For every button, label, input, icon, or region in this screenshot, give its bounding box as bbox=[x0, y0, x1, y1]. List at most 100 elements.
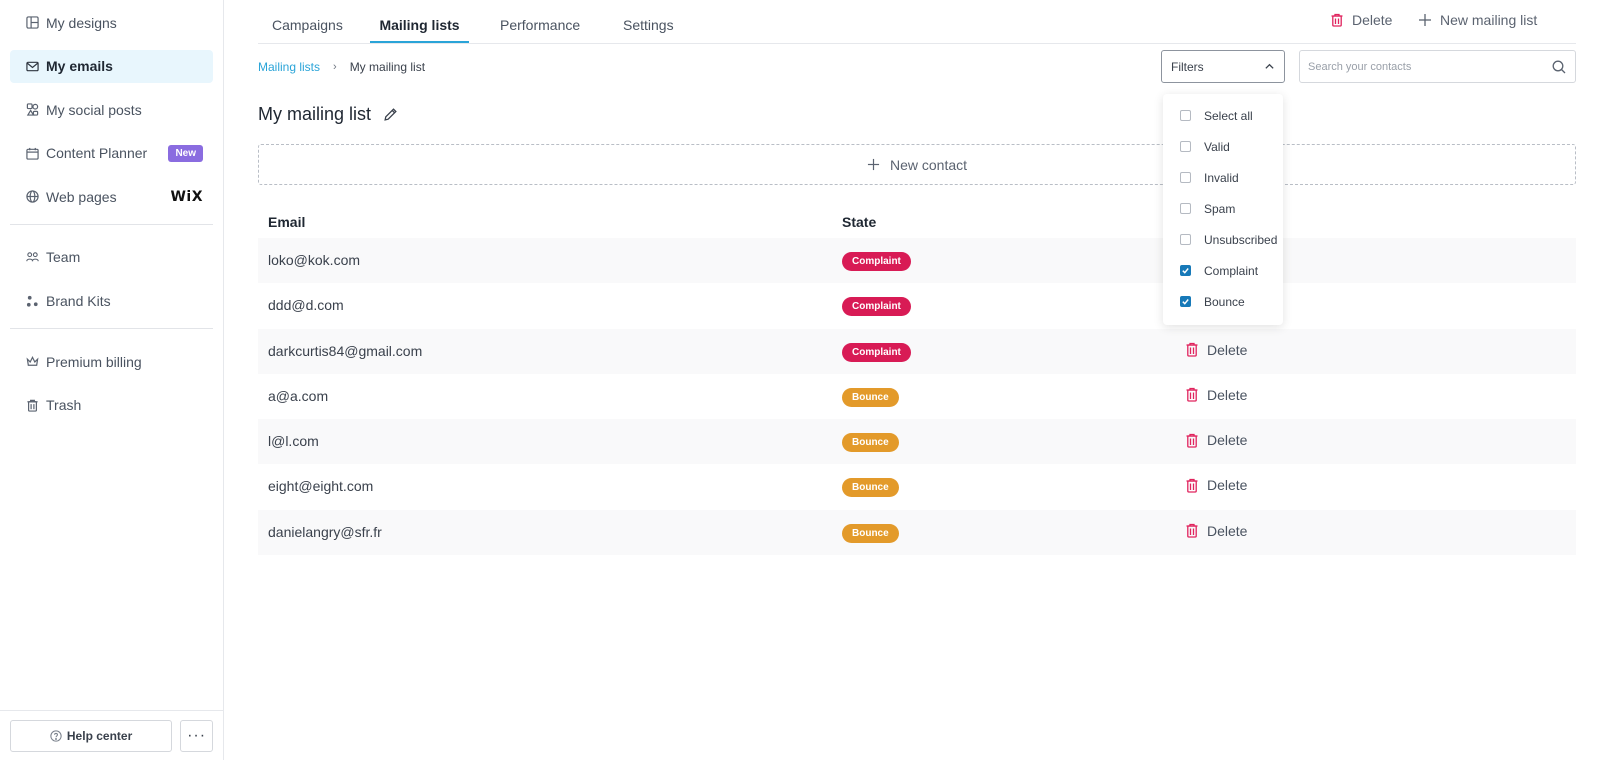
sidebar-item-label: Brand Kits bbox=[46, 293, 111, 310]
sidebar-item-label: Web pages bbox=[46, 188, 117, 205]
filter-checkbox[interactable] bbox=[1180, 203, 1191, 214]
crown-icon bbox=[26, 355, 39, 368]
filter-checkbox[interactable] bbox=[1180, 296, 1191, 307]
filter-checkbox[interactable] bbox=[1180, 141, 1191, 152]
sidebar-item-premium-billing[interactable]: Premium billing bbox=[10, 345, 213, 378]
status-badge: Bounce bbox=[842, 478, 899, 498]
tab-mailing-lists[interactable]: Mailing lists bbox=[370, 0, 469, 43]
sidebar-item-brand-kits[interactable]: Brand Kits bbox=[10, 285, 213, 318]
delete-contact-button[interactable]: Delete bbox=[1185, 523, 1247, 539]
filter-option-select-all[interactable]: Select all bbox=[1163, 100, 1283, 131]
help-icon bbox=[50, 729, 62, 742]
delete-contact-label: Delete bbox=[1207, 477, 1248, 494]
table-row: l@l.com Bounce Delete bbox=[258, 419, 1576, 465]
filter-checkbox[interactable] bbox=[1180, 265, 1191, 276]
plus-icon bbox=[1419, 14, 1431, 26]
filter-option-label: Spam bbox=[1204, 201, 1236, 216]
status-badge: Complaint bbox=[842, 297, 911, 317]
column-header-email: Email bbox=[268, 214, 306, 230]
filter-checkbox[interactable] bbox=[1180, 172, 1191, 183]
delete-contact-button[interactable]: Delete bbox=[1185, 477, 1247, 493]
pencil-icon[interactable] bbox=[383, 107, 398, 122]
trash-icon bbox=[1186, 478, 1198, 493]
filter-option-label: Invalid bbox=[1204, 170, 1239, 185]
more-options-button[interactable]: ··· bbox=[180, 719, 213, 752]
delete-contact-button[interactable]: Delete bbox=[1185, 342, 1247, 358]
search-icon[interactable] bbox=[1552, 60, 1566, 74]
filter-option-valid[interactable]: Valid bbox=[1163, 131, 1283, 162]
team-icon bbox=[26, 251, 39, 264]
new-mailing-list-label: New mailing list bbox=[1440, 12, 1538, 28]
filter-option-invalid[interactable]: Invalid bbox=[1163, 162, 1283, 193]
sidebar-item-my-social-posts[interactable]: My social posts bbox=[10, 93, 213, 126]
contacts-table: Email State loko@kok.comComplaintDeleted… bbox=[258, 206, 1576, 556]
trash-icon bbox=[1186, 388, 1198, 403]
filter-option-unsubscribed[interactable]: Unsubscribed bbox=[1163, 224, 1283, 255]
tab-campaigns[interactable]: Campaigns bbox=[272, 0, 343, 43]
designs-icon bbox=[26, 16, 39, 29]
table-row: loko@kok.comComplaintDelete bbox=[258, 238, 1576, 284]
delete-contact-label: Delete bbox=[1207, 522, 1248, 539]
sidebar-item-label: Premium billing bbox=[46, 353, 142, 370]
sidebar-item-label: My designs bbox=[46, 14, 117, 31]
status-badge: Bounce bbox=[842, 387, 899, 407]
nav-group-team: Team Brand Kits bbox=[0, 241, 223, 318]
status-badge: Complaint bbox=[842, 252, 911, 271]
mail-icon bbox=[26, 60, 39, 73]
filter-option-label: Select all bbox=[1204, 108, 1253, 123]
trash-icon bbox=[1186, 524, 1198, 538]
new-mailing-list-button[interactable]: New mailing list bbox=[1418, 12, 1537, 28]
filters-options-list: Select all Valid Invalid Spam Unsubscribed Co… bbox=[1163, 100, 1283, 317]
search-contacts-input[interactable] bbox=[1300, 51, 1540, 82]
sidebar-item-trash[interactable]: Trash bbox=[10, 389, 213, 422]
table-row: danielangry@sfr.fr Bounce Delete bbox=[258, 509, 1576, 556]
table-row: eight@eight.com Bounce Delete bbox=[258, 464, 1576, 509]
filters-dropdown[interactable]: Filters bbox=[1161, 50, 1285, 83]
filter-checkbox[interactable] bbox=[1180, 234, 1191, 245]
state-cell: Complaint bbox=[842, 342, 911, 362]
state-cell: Complaint bbox=[842, 296, 911, 317]
contact-email: ddd@d.com bbox=[268, 297, 344, 314]
new-contact-button[interactable]: New contact bbox=[258, 144, 1576, 185]
column-header-state: State bbox=[842, 214, 877, 230]
search-box bbox=[1299, 50, 1576, 83]
contact-email: loko@kok.com bbox=[268, 252, 361, 268]
help-center-button[interactable]: Help center bbox=[10, 719, 173, 752]
page-title-text: My mailing list bbox=[258, 104, 372, 124]
filter-option-complaint[interactable]: Complaint bbox=[1163, 255, 1283, 286]
delete-list-label: Delete bbox=[1352, 12, 1393, 28]
table-row: ddd@d.comComplaintDelete bbox=[258, 283, 1576, 328]
filter-option-bounce[interactable]: Bounce bbox=[1163, 286, 1283, 317]
sidebar-item-web-pages[interactable]: Web pages WiX bbox=[10, 180, 213, 213]
sidebar-item-label: My emails bbox=[46, 58, 113, 75]
nav-group-account: Premium billing Trash bbox=[0, 345, 223, 422]
sidebar-divider bbox=[10, 328, 213, 330]
sidebar: My designs My emails My social posts Con… bbox=[0, 0, 224, 760]
status-badge: Complaint bbox=[842, 342, 911, 362]
contact-email: l@l.com bbox=[268, 433, 319, 450]
filter-option-label: Unsubscribed bbox=[1204, 232, 1278, 247]
filter-option-label: Complaint bbox=[1204, 263, 1259, 278]
sidebar-item-label: Content Planner bbox=[46, 145, 148, 162]
sidebar-item-my-emails[interactable]: My emails bbox=[10, 49, 213, 83]
delete-contact-button[interactable]: Delete bbox=[1185, 387, 1247, 403]
tab-settings[interactable]: Settings bbox=[623, 0, 674, 43]
sidebar-item-content-planner[interactable]: Content Planner New bbox=[10, 137, 213, 170]
web-icon bbox=[26, 190, 39, 204]
breadcrumb-mailing-lists-link[interactable]: Mailing lists bbox=[258, 60, 320, 74]
filter-checkbox[interactable] bbox=[1180, 110, 1191, 121]
table-row: a@a.com Bounce Delete bbox=[258, 374, 1576, 419]
sidebar-item-label: My social posts bbox=[46, 101, 142, 118]
contact-email: eight@eight.com bbox=[268, 478, 374, 495]
delete-contact-button[interactable]: Delete bbox=[1185, 432, 1247, 448]
sidebar-item-label: Team bbox=[46, 249, 81, 266]
sidebar-item-team[interactable]: Team bbox=[10, 241, 213, 274]
delete-list-button[interactable]: Delete bbox=[1330, 12, 1392, 28]
sidebar-item-label: Trash bbox=[46, 397, 82, 414]
sidebar-item-my-designs[interactable]: My designs bbox=[10, 6, 213, 39]
filters-menu: Select all Valid Invalid Spam Unsubscribed Co… bbox=[1163, 94, 1283, 325]
sidebar-footer: Help center ··· bbox=[0, 710, 223, 760]
filter-option-spam[interactable]: Spam bbox=[1163, 193, 1283, 224]
tab-performance[interactable]: Performance bbox=[500, 0, 580, 43]
main-content: Campaigns Mailing lists Performance Sett… bbox=[224, 0, 1600, 760]
